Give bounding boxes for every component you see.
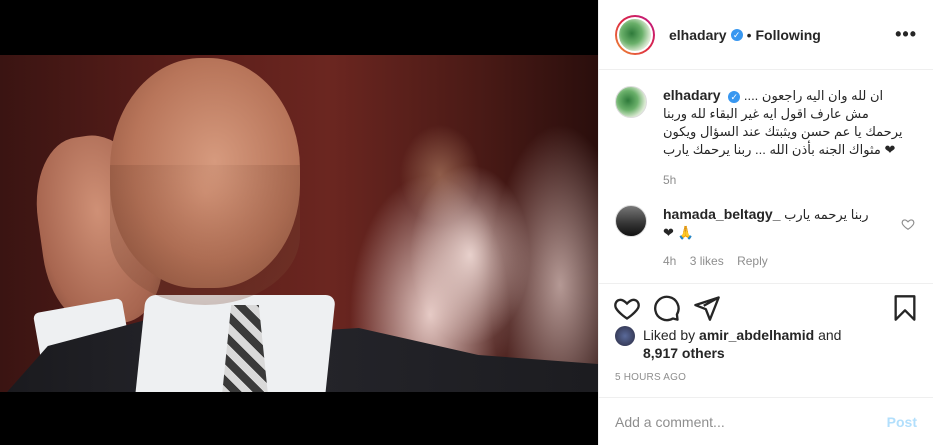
share-icon[interactable]	[693, 294, 721, 322]
liker-avatar[interactable]	[615, 326, 635, 346]
likes-text: Liked by amir_abdelhamid and 8,917 other…	[643, 326, 841, 362]
action-bar	[599, 283, 933, 323]
separator: •	[746, 26, 752, 43]
post-header: elhadary ✓ • Following •••	[599, 0, 933, 70]
verified-icon: ✓	[728, 90, 741, 103]
post-timestamp[interactable]: 5 HOURS AGO	[615, 372, 686, 383]
heart-icon[interactable]	[613, 294, 641, 322]
author-avatar[interactable]	[615, 14, 655, 55]
likes-and: and	[818, 327, 842, 343]
likes-prefix: Liked by	[643, 327, 696, 343]
author-username[interactable]: elhadary	[669, 27, 727, 43]
caption-text: elhadary ✓ ان لله وان اليه راجعون .... م…	[663, 86, 903, 159]
commenter-username[interactable]: hamada_beltagy_	[663, 206, 781, 222]
comment-reply[interactable]: Reply	[737, 254, 768, 268]
more-icon[interactable]: •••	[895, 24, 917, 45]
verified-icon: ✓	[730, 28, 743, 41]
comment-likes[interactable]: 3 likes	[690, 254, 724, 268]
comment-icon[interactable]	[653, 294, 681, 322]
comment-input[interactable]	[615, 413, 887, 430]
comment-meta: 4h 3 likes Reply	[663, 254, 883, 268]
post-button[interactable]: Post	[887, 414, 917, 430]
liker-username[interactable]: amir_abdelhamid	[699, 327, 814, 343]
comment-heart-icon[interactable]	[901, 217, 915, 231]
photo-face-shade	[110, 165, 300, 305]
likes-summary: Liked by amir_abdelhamid and 8,917 other…	[615, 326, 917, 362]
post-photo	[0, 55, 598, 392]
comment-time[interactable]: 4h	[663, 254, 676, 268]
caption: elhadary ✓ ان لله وان اليه راجعون .... م…	[599, 70, 933, 187]
caption-username[interactable]: elhadary	[663, 87, 721, 103]
caption-avatar[interactable]	[615, 86, 647, 118]
post-media[interactable]	[0, 0, 598, 445]
commenter-avatar[interactable]	[615, 205, 647, 237]
comment-text: hamada_beltagy_ ربنا يرحمه يارب ❤ 🙏	[663, 205, 883, 242]
add-comment-bar: Post	[599, 397, 933, 445]
likes-count[interactable]: 8,917 others	[643, 345, 725, 361]
comment-item: hamada_beltagy_ ربنا يرحمه يارب ❤ 🙏 4h 3…	[599, 187, 933, 268]
comments-list[interactable]: elhadary ✓ ان لله وان اليه راجعون .... م…	[599, 70, 933, 280]
post-panel: elhadary ✓ • Following ••• elhadary ✓ ان…	[598, 0, 933, 445]
following-button[interactable]: Following	[756, 27, 821, 43]
bookmark-icon[interactable]	[891, 294, 919, 322]
caption-time[interactable]: 5h	[663, 173, 903, 187]
